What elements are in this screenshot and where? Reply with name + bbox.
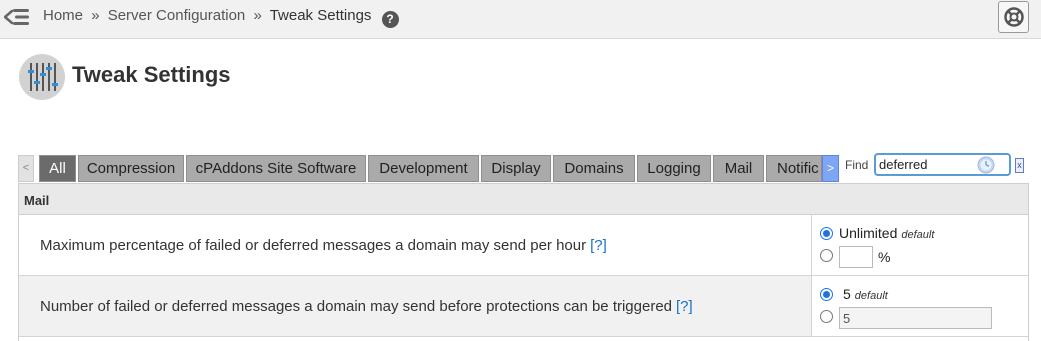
setting-help-link[interactable]: [?] bbox=[590, 237, 607, 254]
tab-all[interactable]: All bbox=[39, 155, 76, 182]
top-bar: Home » Server Configuration » Tweak Sett… bbox=[0, 0, 1041, 39]
tab-mail[interactable]: Mail bbox=[713, 155, 764, 182]
support-button[interactable] bbox=[998, 1, 1029, 33]
lifebuoy-icon bbox=[1004, 7, 1024, 27]
radio-default-value[interactable] bbox=[820, 288, 833, 301]
section-header-mail: Mail bbox=[19, 184, 1028, 215]
breadcrumb-server-configuration-link[interactable]: Server Configuration bbox=[108, 7, 246, 24]
tab-logging[interactable]: Logging bbox=[637, 155, 711, 182]
percent-sign: % bbox=[878, 249, 891, 265]
sliders-icon bbox=[19, 54, 65, 100]
setting-help-link[interactable]: [?] bbox=[676, 298, 693, 315]
message-count-input[interactable] bbox=[839, 307, 992, 329]
percentage-input[interactable] bbox=[839, 246, 873, 268]
breadcrumb-current: Tweak Settings bbox=[269, 7, 372, 24]
breadcrumb-separator: » bbox=[253, 7, 262, 24]
radio-custom-percentage[interactable] bbox=[820, 249, 833, 262]
help-icon[interactable]: ? bbox=[381, 11, 399, 28]
category-tabs: < All Compression cPAddons Site Software… bbox=[18, 155, 840, 182]
setting-label-text: Number of failed or deferred messages a … bbox=[40, 298, 673, 315]
radio-custom-value[interactable] bbox=[820, 310, 833, 323]
option-default-label: 5 default bbox=[843, 286, 888, 302]
tabs-scroll-right-button[interactable]: > bbox=[822, 155, 839, 182]
clock-icon bbox=[977, 156, 995, 174]
option-unlimited-text: Unlimited bbox=[839, 225, 898, 241]
collapse-menu-icon[interactable] bbox=[3, 6, 30, 28]
clear-search-button[interactable]: x bbox=[1015, 158, 1024, 173]
tab-display[interactable]: Display bbox=[481, 155, 551, 182]
tabs-scroll-left-button[interactable]: < bbox=[18, 155, 34, 182]
tab-cpaddons-site-software[interactable]: cPAddons Site Software bbox=[186, 155, 366, 182]
option-default-text: 5 bbox=[843, 286, 851, 302]
breadcrumb: Home » Server Configuration » Tweak Sett… bbox=[43, 7, 399, 28]
settings-table: Mail Maximum percentage of failed or def… bbox=[18, 183, 1029, 341]
tab-compression[interactable]: Compression bbox=[78, 155, 184, 182]
option-unlimited-label: Unlimited default bbox=[839, 225, 934, 241]
setting-value-cell: 5 default bbox=[811, 276, 1028, 336]
default-note: default bbox=[854, 290, 888, 302]
setting-label-text: Maximum percentage of failed or deferred… bbox=[40, 237, 587, 254]
setting-label: Maximum percentage of failed or deferred… bbox=[40, 237, 607, 254]
setting-value-cell: Unlimited default % bbox=[811, 215, 1028, 275]
setting-label: Number of failed or deferred messages a … bbox=[40, 298, 693, 315]
setting-row: Maximum percentage of failed or deferred… bbox=[19, 215, 1028, 276]
find-label: Find bbox=[845, 158, 869, 172]
page-title: Tweak Settings bbox=[72, 62, 231, 87]
tab-development[interactable]: Development bbox=[368, 155, 479, 182]
tab-notifications[interactable]: Notific bbox=[766, 155, 822, 182]
breadcrumb-separator: » bbox=[91, 7, 100, 24]
default-note: default bbox=[901, 229, 935, 241]
tab-domains[interactable]: Domains bbox=[553, 155, 635, 182]
setting-row: Number of failed or deferred messages a … bbox=[19, 276, 1028, 337]
breadcrumb-home-link[interactable]: Home bbox=[43, 7, 83, 24]
radio-unlimited[interactable] bbox=[820, 227, 833, 240]
